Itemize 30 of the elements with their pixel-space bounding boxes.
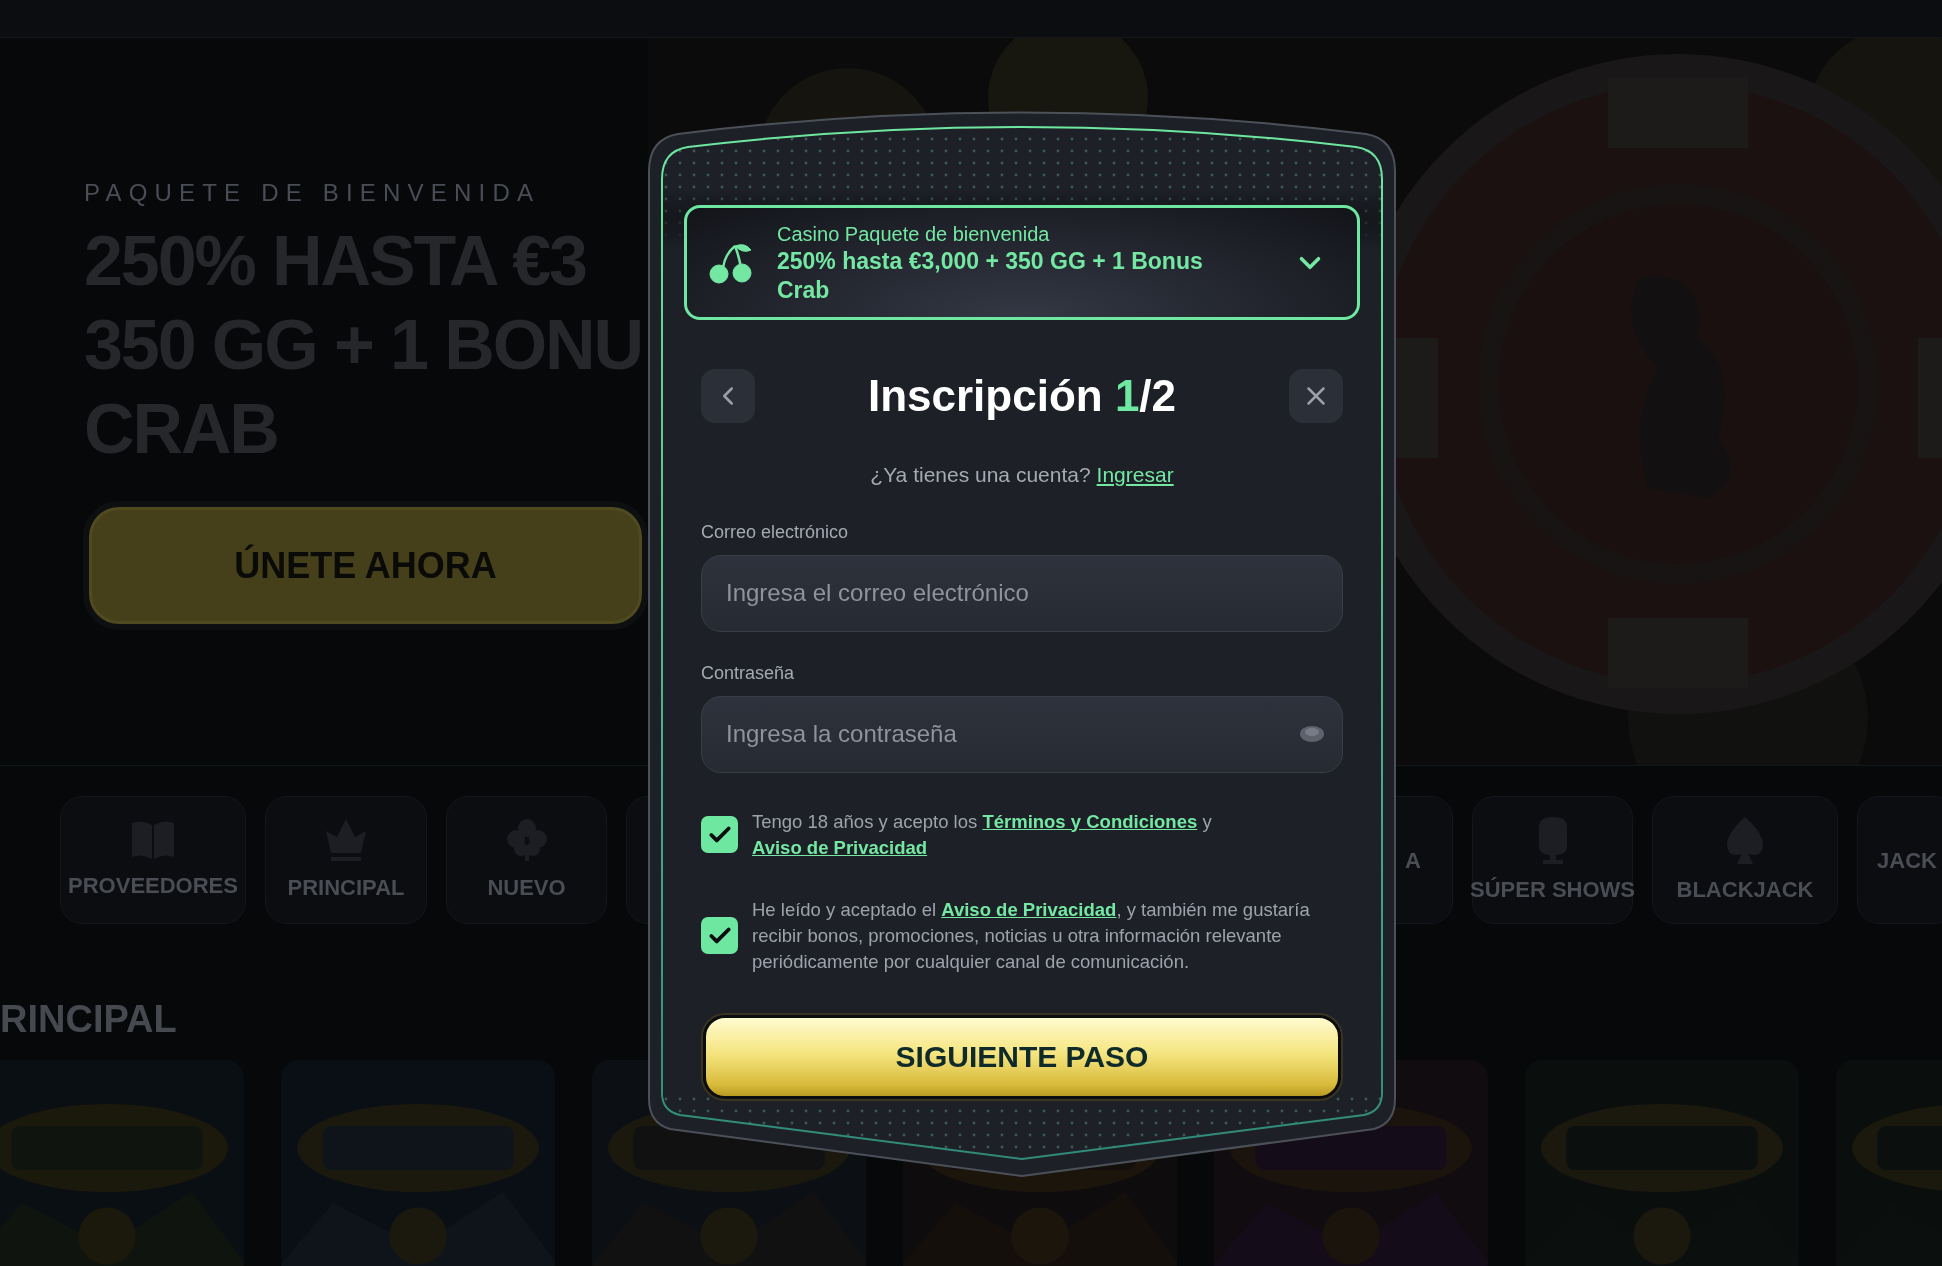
- promo-title: Casino Paquete de bienvenida: [777, 221, 1051, 247]
- password-field[interactable]: Ingresa la contraseña: [701, 695, 1343, 773]
- login-link[interactable]: Ingresar: [1096, 459, 1174, 491]
- hero-eyebrow: PAQUETE DE BIENVENIDA: [84, 178, 541, 208]
- cherry-icon: [707, 241, 753, 284]
- category-tile[interactable]: NUEVO: [446, 796, 607, 924]
- consent-text: Tengo 18 años y acepto los Términos y Condiciones y Aviso de Privacidad: [752, 809, 1213, 860]
- field-label: Correo electrónico: [701, 520, 849, 543]
- promo-offer: 250% hasta €3,000 + 350 GG + 1 Bonus Crab: [777, 246, 1204, 305]
- consent-link[interactable]: Aviso de Privacidad: [941, 898, 1117, 920]
- category-tile[interactable]: JACK: [1857, 796, 1942, 924]
- category-tile[interactable]: PRINCIPAL: [265, 796, 427, 924]
- category-tile[interactable]: PROVEEDORES: [60, 796, 246, 924]
- section-title: RINCIPAL: [0, 997, 177, 1042]
- eye-icon[interactable]: [1299, 724, 1325, 743]
- email-field[interactable]: Ingresa el correo electrónico: [701, 554, 1343, 632]
- consent-checkbox[interactable]: [701, 917, 738, 954]
- category-tile[interactable]: BLACKJACK: [1652, 796, 1838, 924]
- modal-title: Inscripción 1/2: [867, 370, 1177, 422]
- consent-link[interactable]: Aviso de Privacidad: [752, 836, 928, 858]
- category-tile[interactable]: SÚPER SHOWS: [1472, 796, 1633, 924]
- login-prompt: ¿Ya tienes una cuenta?: [870, 462, 1091, 488]
- back-button[interactable]: [701, 369, 755, 423]
- consent-link[interactable]: Términos y Condiciones: [982, 810, 1198, 832]
- promo-card[interactable]: Casino Paquete de bienvenida 250% hasta €3,000 + 350 GG + 1 Bonus Crab: [684, 205, 1360, 320]
- close-button[interactable]: [1289, 369, 1343, 423]
- consent-text: He leído y aceptado el Aviso de Privacidad, y también me gustaría recibir bonos, promociones, noticias u otra información relevante periódicamente por cualquier canal de comunicación.: [752, 897, 1311, 974]
- consent-checkbox[interactable]: [701, 816, 738, 853]
- next-step-button[interactable]: SIGUIENTE PASO: [703, 1014, 1341, 1099]
- field-label: Contraseña: [701, 661, 795, 684]
